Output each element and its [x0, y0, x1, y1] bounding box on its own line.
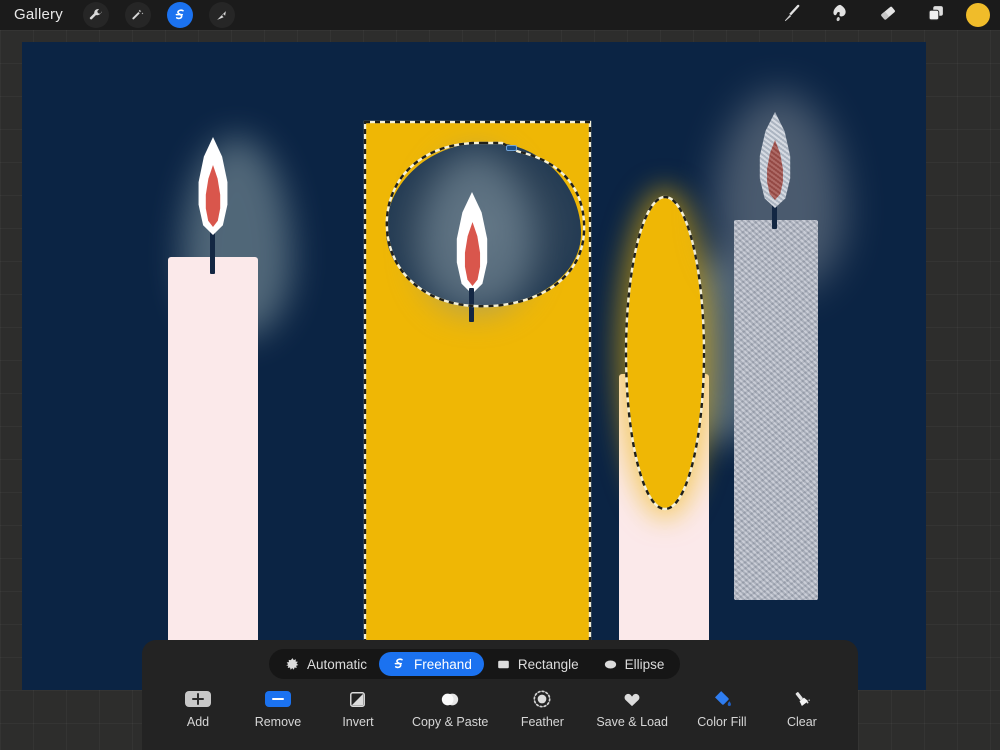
- action-color-fill[interactable]: Color Fill: [696, 688, 748, 729]
- smudge-icon: [829, 2, 851, 29]
- stylus-cursor: [506, 145, 517, 151]
- action-remove-label: Remove: [254, 715, 302, 729]
- selection-tool-button[interactable]: [166, 2, 193, 28]
- clear-brush-icon: [791, 688, 812, 710]
- action-copy-paste-label: Copy & Paste: [411, 715, 489, 729]
- mode-rectangle[interactable]: Rectangle: [484, 652, 591, 676]
- artwork-canvas[interactable]: [22, 42, 926, 690]
- action-add-label: Add: [186, 715, 210, 729]
- mode-ellipse[interactable]: Ellipse: [591, 652, 677, 676]
- plus-chip-icon: [184, 688, 211, 710]
- candle-4-body: [734, 220, 818, 600]
- smudge-button[interactable]: [825, 2, 855, 28]
- action-feather-label: Feather: [520, 715, 564, 729]
- mode-ellipse-label: Ellipse: [624, 656, 665, 672]
- automatic-burst-icon: [285, 657, 300, 672]
- candle-1-body: [168, 257, 258, 667]
- rectangle-icon: [496, 657, 511, 672]
- brush-icon: [781, 2, 803, 29]
- wrench-icon: [88, 8, 103, 23]
- selection-action-row: Add Remove Invert Copy & Paste Feather S…: [142, 688, 858, 729]
- minus-chip-icon: [264, 688, 291, 710]
- selection-fill-ellipse: [626, 197, 704, 509]
- transform-tool-button[interactable]: [208, 2, 235, 28]
- mode-automatic-label: Automatic: [307, 656, 368, 672]
- layers-button[interactable]: [921, 2, 951, 28]
- ellipse-icon: [603, 657, 618, 672]
- gallery-button[interactable]: Gallery: [0, 0, 75, 30]
- layers-icon: [925, 2, 947, 29]
- action-add[interactable]: Add: [172, 688, 224, 729]
- mode-automatic[interactable]: Automatic: [273, 652, 379, 676]
- action-copy-paste[interactable]: Copy & Paste: [412, 688, 488, 729]
- action-clear-label: Clear: [786, 715, 817, 729]
- action-feather[interactable]: Feather: [516, 688, 568, 729]
- paint-brush-button[interactable]: [777, 2, 807, 28]
- actions-wrench-button[interactable]: [82, 2, 109, 28]
- magic-wand-icon: [130, 8, 145, 23]
- action-save-load[interactable]: Save & Load: [596, 688, 668, 729]
- candle-2-wick-top: [469, 288, 474, 322]
- paint-bucket-icon: [712, 688, 732, 710]
- selection-toolbar-panel: Automatic Freehand Rectangle Ellipse Add…: [142, 640, 858, 750]
- copy-paste-circles-icon: [439, 688, 461, 710]
- invert-square-icon: [348, 688, 367, 710]
- action-clear[interactable]: Clear: [776, 688, 828, 729]
- arrow-transform-icon: [214, 8, 229, 23]
- heart-icon: [622, 688, 642, 710]
- freehand-s-icon: [391, 656, 407, 672]
- selection-mode-segmented-control: Automatic Freehand Rectangle Ellipse: [269, 649, 681, 679]
- color-swatch[interactable]: [966, 3, 990, 27]
- mode-freehand-label: Freehand: [414, 656, 472, 672]
- selection-s-icon: [172, 7, 188, 23]
- action-save-load-label: Save & Load: [596, 715, 668, 729]
- mode-freehand[interactable]: Freehand: [379, 652, 484, 676]
- adjustments-wand-button[interactable]: [124, 2, 151, 28]
- action-color-fill-label: Color Fill: [697, 715, 747, 729]
- eraser-icon: [877, 2, 899, 29]
- action-invert[interactable]: Invert: [332, 688, 384, 729]
- eraser-button[interactable]: [873, 2, 903, 28]
- action-invert-label: Invert: [342, 715, 374, 729]
- mode-rectangle-label: Rectangle: [517, 656, 579, 672]
- action-remove[interactable]: Remove: [252, 688, 304, 729]
- feather-dotted-circle-icon: [532, 688, 552, 710]
- top-toolbar: Gallery: [0, 0, 1000, 30]
